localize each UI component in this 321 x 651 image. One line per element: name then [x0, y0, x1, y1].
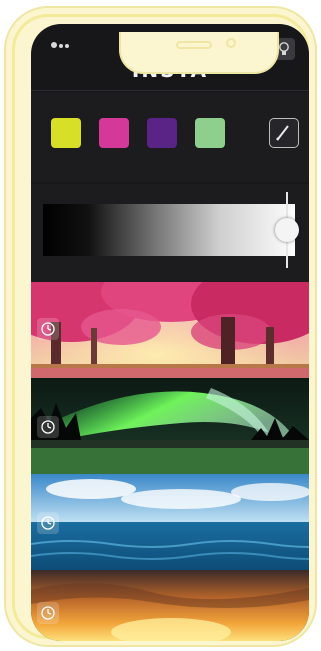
brightness-panel: [31, 184, 309, 282]
app-screen: INSTA: [31, 24, 309, 641]
northern-lights-image: [31, 378, 309, 474]
color-palette: [31, 92, 309, 182]
status-indicator: [51, 40, 71, 51]
phone-notch: [119, 32, 279, 74]
scene-cherry-blossom[interactable]: [31, 282, 309, 378]
swatch-yellow[interactable]: [51, 118, 81, 148]
pen-button[interactable]: [269, 118, 299, 148]
swatch-purple[interactable]: [147, 118, 177, 148]
front-camera: [226, 38, 236, 48]
cherry-blossom-image: [31, 282, 309, 378]
brightness-slider[interactable]: [43, 204, 295, 256]
speaker-grille: [176, 41, 212, 49]
clock-icon[interactable]: [37, 512, 59, 534]
clock-icon[interactable]: [37, 602, 59, 624]
scene-ocean[interactable]: [31, 474, 309, 570]
scene-northern-lights[interactable]: [31, 378, 309, 474]
pen-icon: [276, 125, 289, 141]
sunset-image: [31, 570, 309, 641]
ocean-image: [31, 474, 309, 570]
swatch-pink[interactable]: [99, 118, 129, 148]
swatch-green[interactable]: [195, 118, 225, 148]
clock-icon[interactable]: [37, 416, 59, 438]
header-divider: [31, 90, 309, 91]
clock-icon[interactable]: [37, 318, 59, 340]
scene-sunset[interactable]: [31, 570, 309, 641]
brightness-knob[interactable]: [275, 218, 300, 242]
